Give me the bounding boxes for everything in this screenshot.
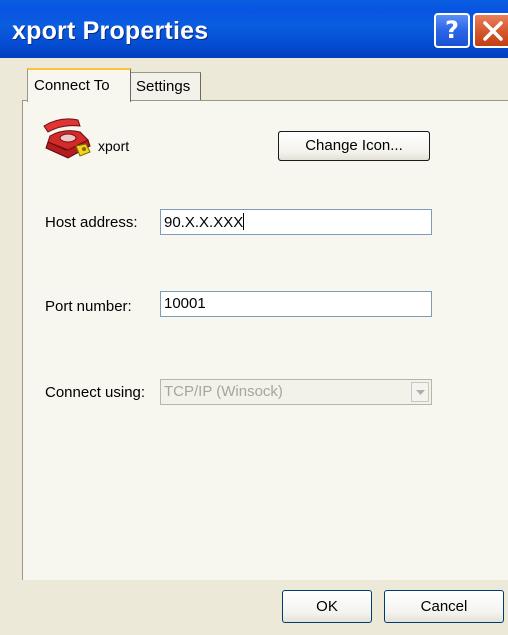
change-icon-button[interactable]: Change Icon... — [278, 131, 430, 161]
ok-label: OK — [316, 598, 338, 615]
connection-name: xport — [98, 138, 130, 154]
close-icon — [483, 21, 503, 41]
change-icon-label: Change Icon... — [305, 137, 403, 154]
chevron-down-icon — [416, 390, 425, 395]
connect-using-select[interactable]: TCP/IP (Winsock) — [160, 379, 432, 405]
help-button[interactable]: ? — [434, 13, 470, 48]
port-number-label: Port number: — [45, 298, 132, 315]
tab-connect-to[interactable]: Connect To — [27, 68, 131, 102]
connect-using-label: Connect using: — [45, 384, 146, 401]
host-address-value: 90.X.X.XXX — [164, 214, 244, 231]
window-title: xport Properties — [12, 17, 209, 45]
tab-settings-label: Settings — [136, 78, 191, 95]
tab-settings[interactable]: Settings — [131, 72, 201, 100]
host-address-label: Host address: — [45, 214, 138, 231]
dropdown-button[interactable] — [411, 382, 429, 402]
host-address-input[interactable]: 90.X.X.XXX — [160, 209, 432, 235]
help-icon: ? — [445, 16, 459, 44]
tab-connect-to-label: Connect To — [34, 77, 110, 94]
port-number-value: 10001 — [164, 295, 206, 312]
close-button[interactable] — [473, 13, 508, 48]
connect-using-value: TCP/IP (Winsock) — [164, 383, 283, 400]
title-bar[interactable]: xport Properties ? — [0, 0, 508, 58]
cancel-label: Cancel — [420, 598, 468, 615]
phone-icon — [43, 118, 91, 159]
ok-button[interactable]: OK — [282, 590, 372, 623]
text-caret — [243, 213, 245, 230]
properties-dialog: xport Properties ? Connect To Settings x… — [0, 0, 508, 635]
cancel-button[interactable]: Cancel — [384, 590, 504, 623]
tab-panel — [22, 100, 508, 580]
port-number-input[interactable]: 10001 — [160, 291, 432, 317]
